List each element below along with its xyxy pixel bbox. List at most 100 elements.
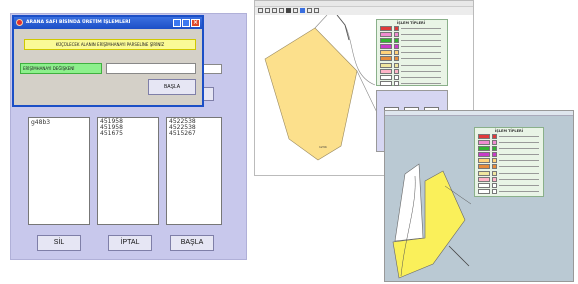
id-listbox[interactable]: g48b3 [28, 117, 90, 225]
legend-swatch [492, 164, 497, 170]
parcel-label: 1234 [319, 145, 327, 149]
map-toolbar [255, 7, 473, 15]
maximize-icon[interactable] [182, 19, 190, 27]
legend-item[interactable] [380, 74, 446, 81]
legend-swatch [394, 26, 399, 31]
field-input[interactable] [106, 63, 196, 74]
legend-item[interactable] [478, 170, 542, 177]
legend-item[interactable] [380, 68, 446, 75]
legend-label [499, 166, 539, 168]
legend-item[interactable] [478, 176, 542, 183]
cancel-button[interactable]: İPTAL [108, 235, 152, 251]
legend-item[interactable] [478, 182, 542, 189]
road-line [448, 245, 470, 267]
delete-button[interactable]: SİL [37, 235, 81, 251]
legend-label [401, 46, 441, 48]
tool-icon[interactable] [265, 8, 270, 13]
legend-item[interactable] [380, 80, 446, 87]
tool-icon[interactable] [279, 8, 284, 13]
legend-swatch [478, 152, 490, 158]
legend-item[interactable] [478, 140, 542, 146]
tool-icon[interactable] [286, 8, 291, 13]
legend-swatch [394, 50, 399, 56]
legend-item[interactable] [380, 50, 446, 56]
legend-label [401, 76, 441, 78]
legend-swatch [394, 62, 399, 68]
field-label: ERİŞİMHANAYI DEĞİŞKENİ [20, 63, 102, 74]
legend-swatch [492, 188, 497, 194]
legend-swatch [492, 140, 497, 146]
legend-item[interactable] [380, 32, 446, 38]
legend-list [380, 26, 446, 87]
tool-icon[interactable] [258, 8, 263, 13]
legend-label [499, 154, 539, 156]
legend-label [499, 136, 539, 137]
legend-item[interactable] [380, 44, 446, 50]
tool-icon[interactable] [314, 8, 319, 13]
parcel-polygon[interactable] [264, 27, 358, 161]
legend-swatch [380, 56, 392, 62]
start-button[interactable]: BAŞLA [170, 235, 214, 251]
legend-item[interactable] [380, 62, 446, 69]
legend-swatch [380, 68, 392, 74]
legend-swatch [492, 146, 497, 152]
legend-label [499, 172, 539, 174]
tool-icon[interactable] [293, 8, 298, 13]
legend-item[interactable] [380, 56, 446, 62]
tool-icon[interactable] [272, 8, 277, 13]
legend-swatch [478, 170, 490, 176]
legend-swatch [492, 176, 497, 182]
legend-swatch [492, 182, 497, 188]
legend-swatch [394, 44, 399, 50]
legend-swatch [492, 170, 497, 176]
legend-list [478, 134, 542, 195]
tool-icon[interactable] [307, 8, 312, 13]
minimize-icon[interactable] [173, 19, 181, 27]
legend-item[interactable] [478, 188, 542, 195]
coordinate-listbox[interactable]: 4522538 4522538 4515267 [166, 117, 222, 225]
list-item[interactable]: g48b3 [29, 118, 89, 128]
legend-swatch [478, 140, 490, 146]
legend-swatch [394, 32, 399, 38]
tool-icon[interactable] [300, 8, 305, 13]
legend-swatch [492, 158, 497, 164]
legend-swatch [492, 134, 497, 139]
dialog-titlebar: ARANA SAFI BİSİNDA ÜRETİM İŞLEMLERİ × [14, 17, 202, 29]
legend-label [499, 190, 539, 192]
legend-label [401, 28, 441, 29]
legend-swatch [380, 26, 392, 31]
road-line [336, 15, 350, 41]
legend-swatch [478, 182, 490, 188]
legend-swatch [478, 134, 490, 139]
legend-swatch [478, 176, 490, 182]
code-listbox[interactable]: 451958 451958 451675 [97, 117, 159, 225]
legend-item[interactable] [478, 146, 542, 152]
legend-item[interactable] [478, 158, 542, 164]
close-icon[interactable]: × [191, 19, 200, 27]
legend-label [401, 52, 441, 54]
legend-title: İŞLEM TİPLERİ [397, 21, 426, 25]
legend-label [401, 58, 441, 60]
legend-label [401, 82, 441, 84]
legend-item[interactable] [380, 26, 446, 32]
legend-title: İŞLEM TİPLERİ [495, 129, 524, 133]
legend-item[interactable] [478, 164, 542, 170]
legend-swatch [478, 164, 490, 170]
list-item[interactable]: 4515267 [167, 131, 221, 137]
legend-item[interactable] [380, 38, 446, 44]
legend-swatch [394, 56, 399, 62]
legend-label [499, 160, 539, 162]
legend-item[interactable] [478, 134, 542, 140]
legend-swatch [478, 158, 490, 164]
list-item[interactable]: 451675 [98, 131, 158, 137]
legend-label [499, 184, 539, 186]
legend-label [401, 34, 441, 36]
legend-swatch [478, 188, 490, 194]
legend-swatch [380, 38, 392, 44]
production-dialog: ARANA SAFI BİSİNDA ÜRETİM İŞLEMLERİ × KÜ… [12, 15, 204, 107]
legend-item[interactable] [478, 152, 542, 158]
legend-label [499, 178, 539, 180]
dialog-start-button[interactable]: BAŞLA [148, 79, 196, 95]
legend-label [401, 70, 441, 72]
legend-label [499, 142, 539, 144]
